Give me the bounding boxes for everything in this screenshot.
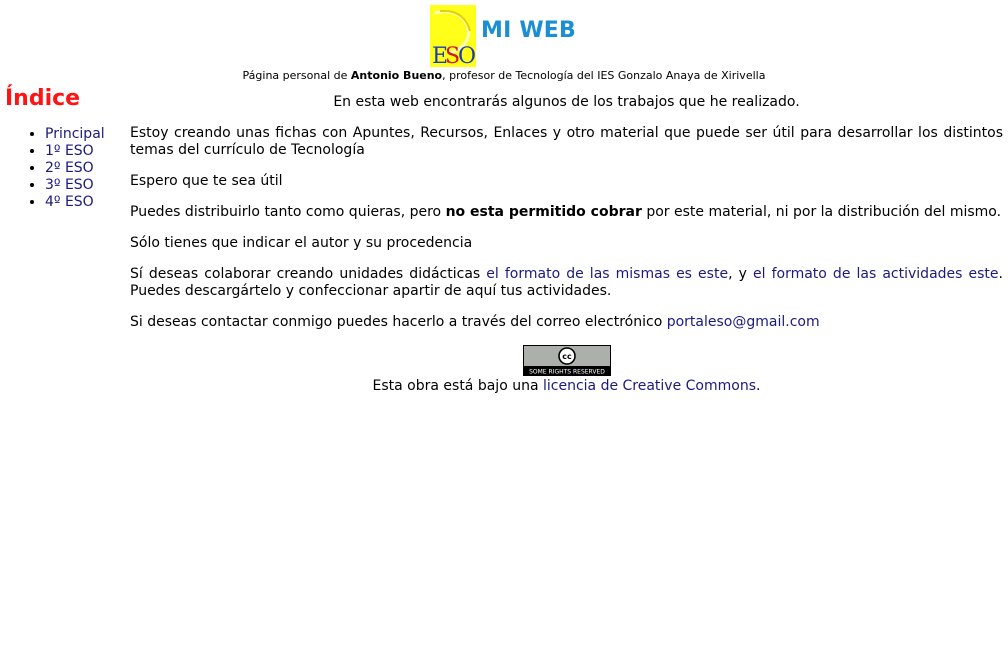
no-cobrar-notice: no esta permitido cobrar bbox=[445, 204, 642, 220]
link-2eso[interactable]: 2º ESO bbox=[45, 160, 94, 176]
svg-text:O: O bbox=[458, 44, 476, 67]
page-header: E S O MI WEB Página personal de Antonio … bbox=[0, 5, 1008, 85]
paragraph-distribucion: Puedes distribuirlo tanto como quieras, … bbox=[130, 204, 1002, 220]
intro-text: En esta web encontrarás algunos de los t… bbox=[333, 94, 800, 110]
site-title: MI WEB bbox=[481, 18, 577, 43]
index-item-2eso: 2º ESO bbox=[45, 160, 125, 177]
author-name: Antonio Bueno bbox=[350, 69, 443, 82]
paragraph-contacto: Si deseas contactar conmigo puedes hacer… bbox=[130, 314, 820, 330]
link-formato-actividades[interactable]: el formato de las actividades este bbox=[753, 266, 999, 282]
link-email[interactable]: portaleso@gmail.com bbox=[667, 314, 820, 330]
main-content: En esta web encontrarás algunos de los t… bbox=[130, 94, 1003, 395]
link-cc-license[interactable]: licencia de Creative Commons bbox=[543, 378, 756, 394]
link-3eso[interactable]: 3º ESO bbox=[45, 177, 94, 193]
index-item-4eso: 4º ESO bbox=[45, 194, 125, 211]
link-principal[interactable]: Principal bbox=[45, 126, 105, 142]
sidebar: Índice Principal 1º ESO 2º ESO 3º ESO 4º… bbox=[5, 86, 125, 211]
index-heading: Índice bbox=[5, 86, 81, 111]
link-4eso[interactable]: 4º ESO bbox=[45, 194, 94, 210]
paragraph-fichas: Estoy creando unas fichas con Apuntes, R… bbox=[130, 125, 1003, 158]
cc-symbol: cc bbox=[562, 352, 572, 361]
index-item-principal: Principal bbox=[45, 126, 125, 143]
cc-badge[interactable]: cc SOME RIGHTS RESERVED bbox=[522, 345, 611, 376]
cc-caption: Esta obra está bajo una licencia de Crea… bbox=[372, 378, 761, 394]
link-1eso[interactable]: 1º ESO bbox=[45, 143, 94, 159]
paragraph-autor: Sólo tienes que indicar el autor y su pr… bbox=[130, 235, 473, 251]
cc-badge-text: SOME RIGHTS RESERVED bbox=[529, 369, 605, 376]
link-formato-unidades[interactable]: el formato de las mismas es este bbox=[486, 266, 728, 282]
creative-commons-block: cc SOME RIGHTS RESERVED Esta obra está b… bbox=[130, 345, 1003, 395]
page-subtitle: Página personal de Antonio Bueno, profes… bbox=[242, 69, 766, 82]
paragraph-colaborar: Sí deseas colaborar creando unidades did… bbox=[130, 266, 1003, 299]
cc-badge-link[interactable]: cc SOME RIGHTS RESERVED bbox=[522, 345, 611, 376]
paragraph-espero: Espero que te sea útil bbox=[130, 173, 283, 189]
index-item-1eso: 1º ESO bbox=[45, 143, 125, 160]
eso-logo: E S O bbox=[430, 5, 476, 67]
index-list: Principal 1º ESO 2º ESO 3º ESO 4º ESO bbox=[5, 126, 125, 211]
index-item-3eso: 3º ESO bbox=[45, 177, 125, 194]
